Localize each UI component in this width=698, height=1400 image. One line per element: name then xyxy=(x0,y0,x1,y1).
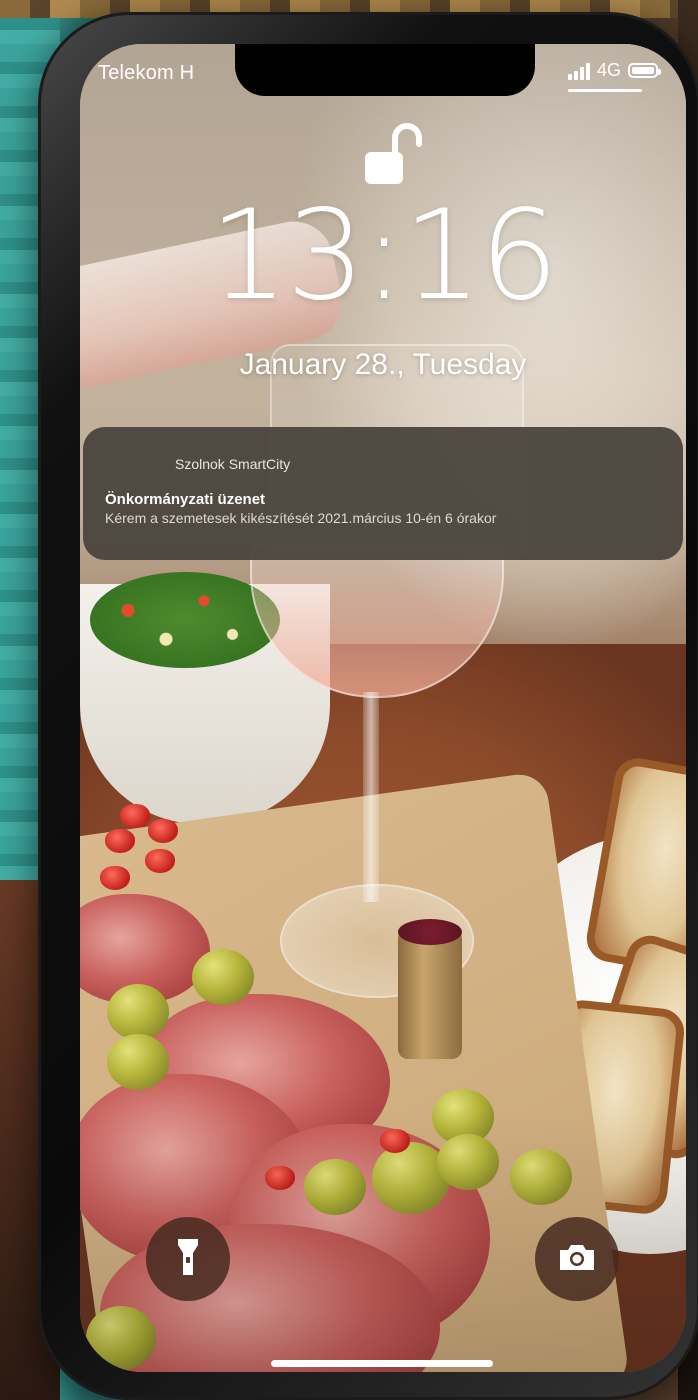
flashlight-icon xyxy=(177,1237,199,1282)
clock-date: January 28., Tuesday xyxy=(239,348,527,381)
notification-card[interactable]: Szolnok SmartCity Önkormányzati üzenet K… xyxy=(83,427,683,560)
home-indicator[interactable] xyxy=(271,1360,493,1367)
flashlight-button[interactable] xyxy=(146,1217,230,1301)
battery-icon xyxy=(628,63,661,78)
unlocked-padlock-icon xyxy=(365,122,425,186)
network-type: 4G xyxy=(596,60,621,80)
notification-body: Kérem a szemetesek kikészítését 2021.már… xyxy=(105,510,497,526)
lock-screen: Telekom H 4G 13:16 January 28., Tuesday … xyxy=(80,44,686,1372)
notch xyxy=(235,44,535,96)
camera-button[interactable] xyxy=(535,1217,619,1301)
control-center-indicator[interactable] xyxy=(568,89,642,92)
status-indicators[interactable]: 4G xyxy=(567,60,661,81)
camera-icon xyxy=(558,1242,596,1277)
notification-app-name: Szolnok SmartCity xyxy=(175,456,291,472)
notification-title: Önkormányzati üzenet xyxy=(105,491,266,508)
signal-icon xyxy=(567,62,590,80)
carrier-name: Telekom H xyxy=(98,62,195,84)
clock-time: 13:16 xyxy=(209,184,558,328)
